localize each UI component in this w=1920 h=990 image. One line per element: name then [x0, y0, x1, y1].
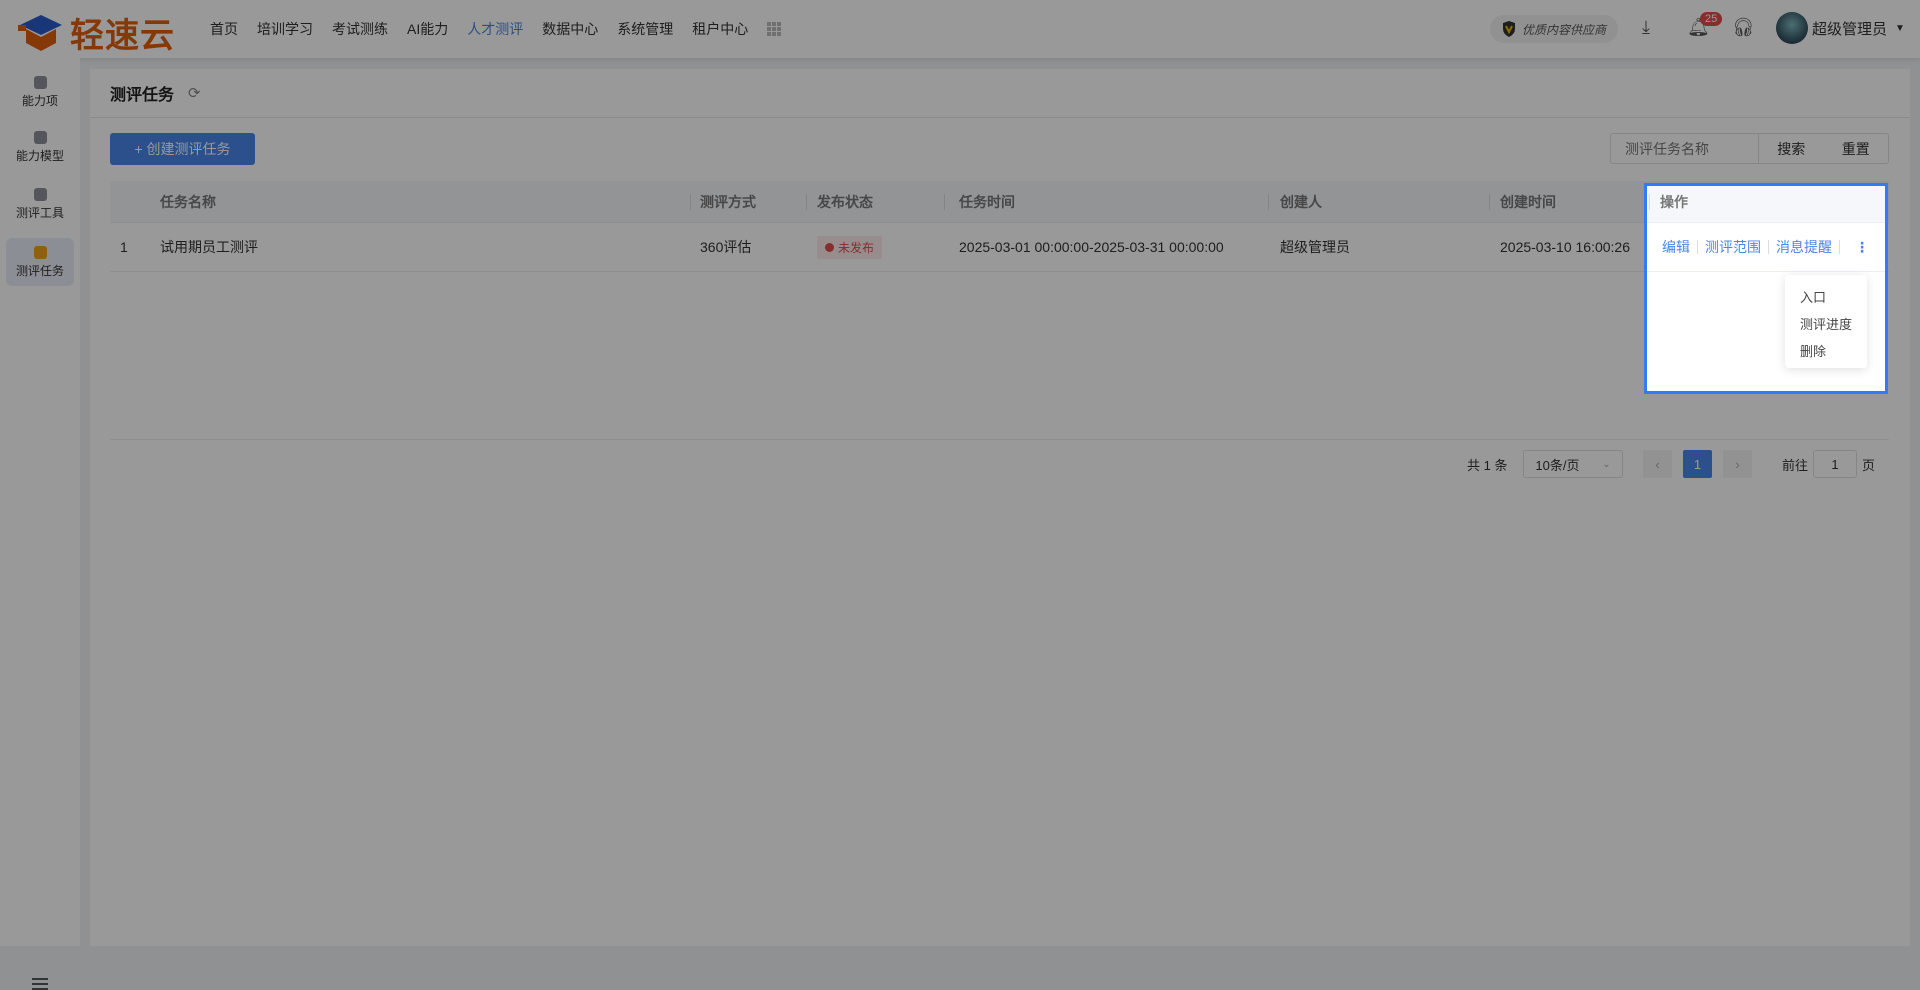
collapse-menu-icon[interactable] — [32, 978, 48, 990]
page-1-button[interactable]: 1 — [1683, 450, 1712, 478]
logo-text: 轻速云 — [70, 17, 175, 55]
total-count: 共 1 条 — [1467, 457, 1508, 473]
avatar — [1776, 12, 1808, 44]
supplier-badge-label: 优质内容供应商 — [1522, 22, 1607, 37]
task-created: 2025-03-10 16:00:26 — [1500, 239, 1630, 255]
table-row: 1 试用期员工测评 360评估 未发布 2025-03-01 00:00:00-… — [110, 223, 1889, 272]
logo-icon — [18, 14, 62, 51]
nav-home[interactable]: 首页 — [210, 19, 238, 39]
search-input[interactable] — [1611, 134, 1759, 163]
user-name: 超级管理员 — [1812, 20, 1888, 38]
shield-icon — [1503, 21, 1515, 37]
menu-item-progress[interactable]: 测评进度 — [1785, 310, 1867, 337]
task-table: 任务名称 测评方式 发布状态 任务时间 创建人 创建时间 操作 1 试用期员工测… — [110, 181, 1889, 272]
cube-icon — [33, 75, 47, 89]
sidebar-item-tools[interactable]: 测评工具 — [6, 180, 74, 228]
task-method: 360评估 — [700, 239, 752, 255]
more-actions-menu: 入口 测评进度 删除 — [1785, 275, 1867, 368]
status-badge: 未发布 — [817, 235, 883, 259]
col-actions: 操作 — [1660, 193, 1688, 210]
top-header: 轻速云 首页 培训学习 考试测练 AI能力 人才测评 数据中心 系统管理 租户中… — [0, 0, 1920, 58]
nav-ai[interactable]: AI能力 — [407, 19, 448, 39]
nav-talent-assessment[interactable]: 人才测评 — [467, 19, 523, 39]
download-icon[interactable]: ⤓ — [1642, 17, 1650, 38]
refresh-icon[interactable]: ⟳ — [188, 84, 201, 102]
nav-tenant[interactable]: 租户中心 — [692, 19, 748, 39]
sidebar-item-label: 能力模型 — [15, 148, 64, 163]
col-name: 任务名称 — [160, 193, 216, 210]
search-bar: 搜索 重置 — [1610, 133, 1889, 164]
page-suffix: 页 — [1862, 457, 1876, 473]
sidebar-item-ability[interactable]: 能力项 — [6, 68, 74, 116]
reset-button[interactable]: 重置 — [1824, 134, 1889, 163]
edit-link[interactable]: 编辑 — [1662, 237, 1690, 257]
task-creator: 超级管理员 — [1280, 239, 1350, 255]
main-card: 测评任务 ⟳ + 创建测评任务 搜索 重置 任务名称 测评方式 发布状态 任务时间… — [90, 69, 1910, 946]
task-name: 试用期员工测评 — [160, 239, 258, 255]
page-size-select[interactable]: 10条/页 ⌄ — [1523, 450, 1623, 478]
row-index: 1 — [120, 239, 128, 255]
page-title: 测评任务 — [110, 87, 175, 104]
col-time: 任务时间 — [959, 193, 1015, 210]
col-status: 发布状态 — [817, 193, 873, 210]
status-label: 未发布 — [838, 240, 875, 255]
col-creator: 创建人 — [1280, 193, 1322, 210]
caret-down-icon: ▼ — [1895, 22, 1905, 34]
nav-exam[interactable]: 考试测练 — [332, 19, 388, 39]
pagination: 共 1 条 10条/页 ⌄ ‹ 1 › 前往 1 页 — [90, 450, 1910, 478]
supplier-badge[interactable]: 优质内容供应商 — [1490, 15, 1619, 43]
prev-page-button[interactable]: ‹ — [1643, 450, 1672, 478]
scope-link[interactable]: 测评范围 — [1705, 237, 1761, 257]
goto-label: 前往 — [1782, 457, 1809, 473]
headset-icon[interactable]: 🎧︎ — [1732, 17, 1755, 38]
more-vertical-icon[interactable]: ⋮ — [1855, 239, 1869, 256]
sidebar-item-label: 测评工具 — [15, 205, 64, 220]
table-bottom-border — [110, 439, 1889, 440]
error-icon — [825, 242, 834, 252]
nav-data-center[interactable]: 数据中心 — [542, 19, 598, 39]
table-header: 任务名称 测评方式 发布状态 任务时间 创建人 创建时间 操作 — [110, 181, 1889, 223]
reminder-link[interactable]: 消息提醒 — [1776, 237, 1832, 257]
task-time: 2025-03-01 00:00:00-2025-03-31 00:00:00 — [959, 239, 1224, 255]
logo[interactable]: 轻速云 — [18, 8, 175, 57]
main-nav: 首页 培训学习 考试测练 AI能力 人才测评 数据中心 系统管理 租户中心 — [210, 0, 782, 58]
user-menu[interactable]: 超级管理员 ▼ — [1776, 12, 1905, 44]
goto-page-input[interactable]: 1 — [1813, 450, 1857, 478]
next-page-button[interactable]: › — [1723, 450, 1752, 478]
toolbox-icon — [33, 187, 47, 201]
clipboard-check-icon — [33, 245, 47, 259]
sidebar-item-model[interactable]: 能力模型 — [6, 123, 74, 171]
page-size-value: 10条/页 — [1535, 457, 1580, 473]
menu-item-delete[interactable]: 删除 — [1785, 337, 1867, 364]
nav-training[interactable]: 培训学习 — [257, 19, 313, 39]
chevron-down-icon: ⌄ — [1602, 458, 1611, 470]
menu-item-entry[interactable]: 入口 — [1785, 283, 1867, 310]
col-created: 创建时间 — [1500, 193, 1556, 210]
sidebar-item-label: 测评任务 — [15, 263, 64, 278]
sidebar: 能力项 能力模型 测评工具 测评任务 — [0, 58, 80, 990]
col-method: 测评方式 — [700, 193, 756, 210]
create-task-button[interactable]: + 创建测评任务 — [110, 133, 255, 165]
bulb-icon — [33, 130, 47, 144]
divider — [90, 117, 1910, 118]
sidebar-item-tasks[interactable]: 测评任务 — [6, 238, 74, 286]
notification-count: 25 — [1700, 12, 1723, 26]
sidebar-item-label: 能力项 — [21, 93, 58, 108]
nav-system[interactable]: 系统管理 — [617, 19, 673, 39]
apps-grid-icon[interactable] — [767, 22, 782, 36]
search-button[interactable]: 搜索 — [1759, 134, 1824, 163]
